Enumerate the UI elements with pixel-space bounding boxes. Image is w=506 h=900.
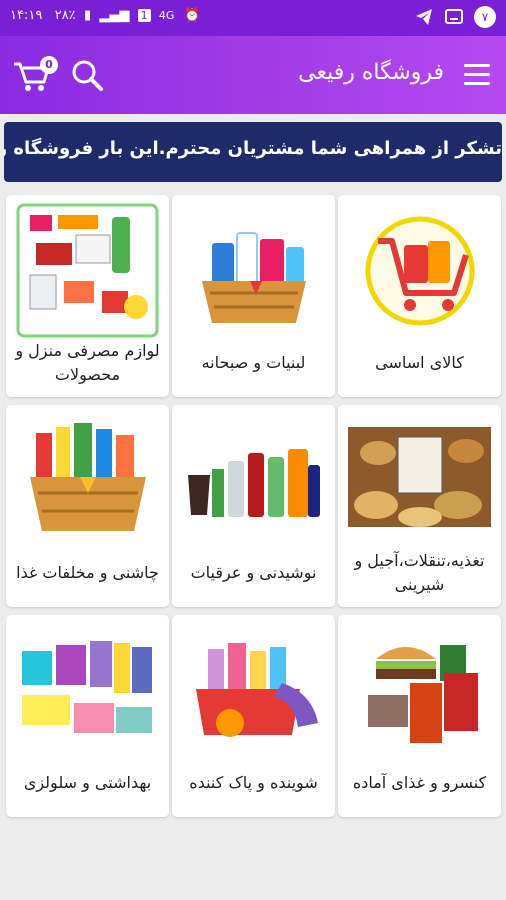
nuts-snacks (348, 427, 491, 527)
cart-count-badge: 0 (40, 56, 58, 74)
category-drinks[interactable]: نوشیدنی و عرقیات (172, 405, 335, 607)
notification-badge: ۷ (474, 6, 496, 28)
category-label: شوینده و پاک کننده (189, 773, 318, 792)
category-snacks[interactable]: تغذیه،تنقلات،آجیل و شیرینی (338, 405, 501, 607)
status-left: ۱۴:۱۹ ۲۸٪ ▮ ▂▄▆ 1 4G ⏰ (10, 8, 201, 23)
category-hygiene[interactable]: بهداشتی و سلولزی (6, 615, 169, 817)
sim-indicator: 1 (137, 9, 151, 22)
category-label: چاشنی و مخلفات غذا (16, 563, 159, 582)
category-canned[interactable]: کنسرو و غذای آماده (338, 615, 501, 817)
status-bar: ۱۴:۱۹ ۲۸٪ ▮ ▂▄▆ 1 4G ⏰ ۷ (0, 0, 506, 36)
category-label: نوشیدنی و عرقیات (190, 563, 317, 582)
menu-icon[interactable] (464, 64, 490, 86)
drinks-bottles (188, 449, 320, 517)
category-household[interactable]: لوازم مصرفی منزل و محصولات (6, 195, 169, 397)
cast-icon (445, 9, 463, 24)
cleaning-products (196, 643, 318, 737)
signal-icon: ▂▄▆ (99, 8, 130, 23)
category-label: کالای اساسی (375, 353, 464, 372)
app-bar: 0 فروشگاه رفیعی (0, 36, 506, 114)
battery-icon: ▮ (83, 8, 92, 23)
battery-percent: ۲۸٪ (54, 8, 76, 23)
condiments-basket (30, 423, 146, 531)
basic-goods-logo (365, 216, 475, 326)
category-dairy-breakfast[interactable]: لبنیات و صبحانه (172, 195, 335, 397)
category-label: کنسرو و غذای آماده (352, 773, 487, 792)
canned-food (368, 645, 478, 743)
alarm-icon: ⏰ (184, 8, 201, 23)
category-label: لوازم مصرفی منزل و محصولات (15, 341, 160, 384)
clock: ۱۴:۱۹ (10, 8, 43, 23)
dairy-basket (202, 232, 306, 323)
search-icon[interactable] (70, 58, 104, 92)
household-supplies (16, 203, 159, 338)
category-cleaning[interactable]: شوینده و پاک کننده (172, 615, 335, 817)
category-basic-goods[interactable]: کالای اساسی (338, 195, 501, 397)
cart-button[interactable]: 0 (10, 52, 58, 96)
hygiene-products (22, 641, 152, 733)
telegram-icon (416, 9, 432, 25)
app-title: فروشگاه رفیعی (298, 60, 444, 85)
network-type: 4G (158, 9, 175, 22)
announcement-text: تشکر از همراهی شما مشتریان محترم.این بار… (4, 138, 502, 159)
announcement-banner: تشکر از همراهی شما مشتریان محترم.این بار… (4, 122, 502, 182)
status-right: ۷ (414, 6, 496, 28)
category-label: تغذیه،تنقلات،آجیل و شیرینی (354, 551, 485, 594)
category-condiments[interactable]: چاشنی و مخلفات غذا (6, 405, 169, 607)
category-label: بهداشتی و سلولزی (23, 773, 152, 792)
category-label: لبنیات و صبحانه (201, 353, 306, 372)
